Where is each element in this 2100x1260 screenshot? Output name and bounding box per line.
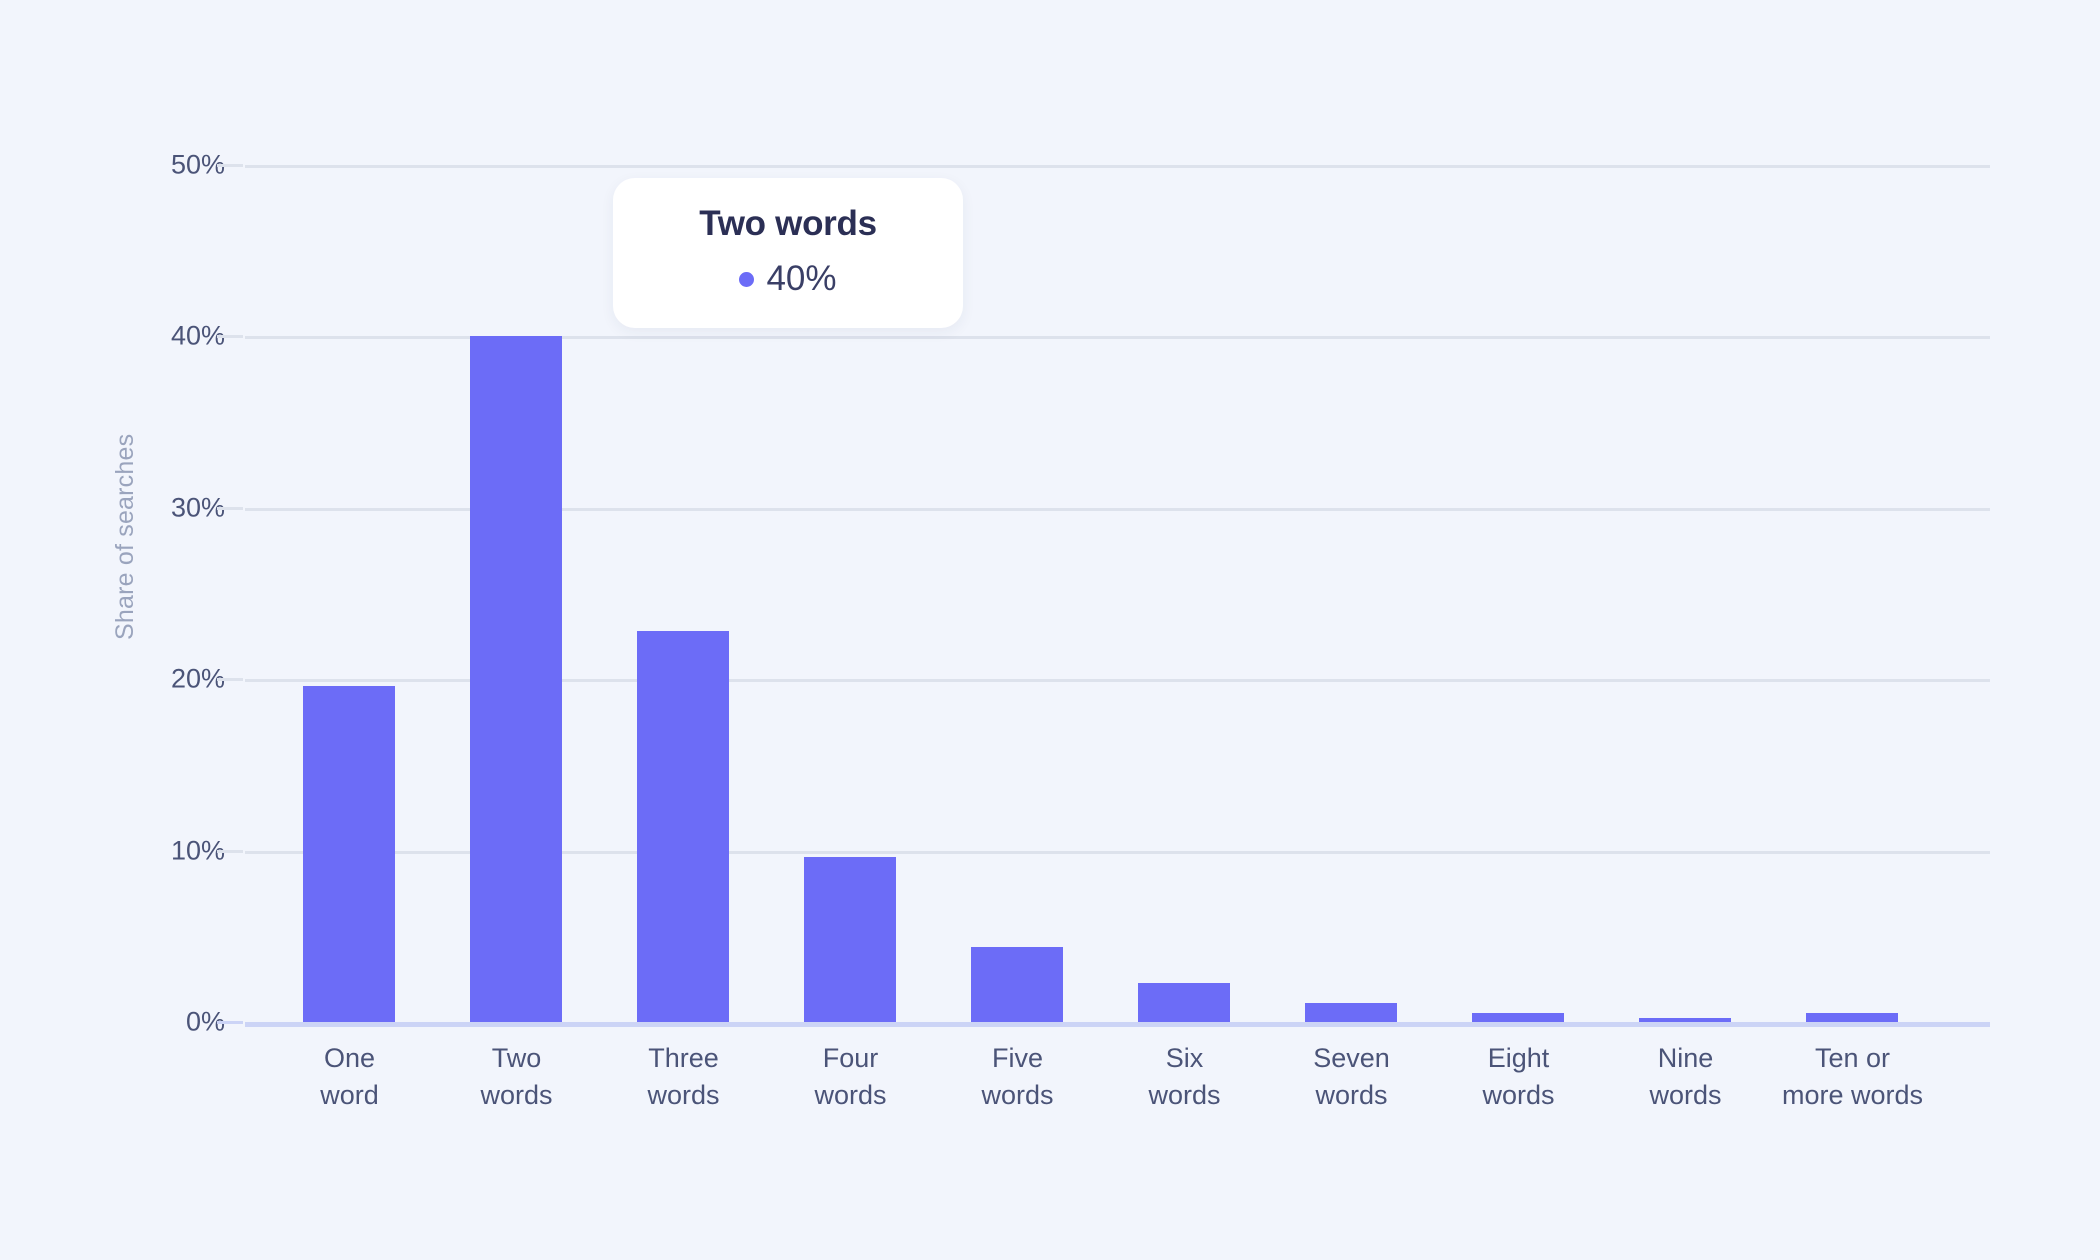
y-tick-label: 30% — [170, 492, 225, 523]
bar[interactable] — [470, 336, 562, 1022]
y-tick-mark — [217, 678, 243, 682]
y-tick-mark — [217, 506, 243, 510]
tooltip-value-row: 40% — [643, 256, 933, 302]
bar[interactable] — [303, 686, 395, 1022]
y-tick-label: 20% — [170, 663, 225, 694]
y-tick-label: 10% — [170, 835, 225, 866]
x-tick-label: Six words — [1148, 1043, 1221, 1110]
x-axis-labels: One word Two words Three words Four words Fi… — [245, 1040, 1990, 1150]
y-tick-mark — [217, 335, 243, 339]
bar[interactable] — [971, 946, 1063, 1022]
bar[interactable] — [804, 857, 896, 1022]
y-tick-mark — [217, 1021, 243, 1024]
x-tick-label: Two words — [480, 1043, 553, 1110]
x-tick-label: Five words — [981, 1043, 1054, 1110]
y-tick-mark — [217, 849, 243, 853]
bar-chart: Share of searches 0% 10% 20% 30% 40% 50% One … — [0, 0, 2100, 1260]
y-tick-mark — [217, 164, 243, 167]
y-axis-ticks: 0% 10% 20% 30% 40% 50% — [105, 150, 225, 1037]
x-tick-label: Seven words — [1313, 1043, 1390, 1110]
x-tick-label: Ten or more words — [1781, 1043, 1924, 1110]
gridline — [245, 1022, 1990, 1027]
bar[interactable] — [1138, 982, 1230, 1022]
series-dot-icon — [739, 271, 755, 287]
tooltip-value: 40% — [766, 259, 837, 298]
bar[interactable] — [1639, 1017, 1731, 1022]
bar[interactable] — [1472, 1013, 1564, 1022]
bar[interactable] — [637, 631, 729, 1022]
bar-series — [245, 165, 1990, 1022]
bar[interactable] — [1806, 1013, 1898, 1022]
x-tick-label: One word — [320, 1043, 379, 1110]
tooltip-title: Two words — [699, 204, 877, 243]
y-tick-label: 0% — [185, 1006, 225, 1037]
y-tick-label: 40% — [170, 320, 225, 351]
x-tick-label: Three words — [647, 1043, 720, 1110]
tooltip: Two words 40% — [613, 178, 963, 328]
x-tick-label: Nine words — [1649, 1043, 1722, 1110]
y-tick-label: 50% — [170, 149, 225, 180]
bar[interactable] — [1305, 1003, 1397, 1022]
x-tick-label: Four words — [814, 1043, 887, 1110]
plot-area: 0% 10% 20% 30% 40% 50% — [171, 150, 1990, 1037]
x-tick-label: Eight words — [1482, 1043, 1555, 1110]
